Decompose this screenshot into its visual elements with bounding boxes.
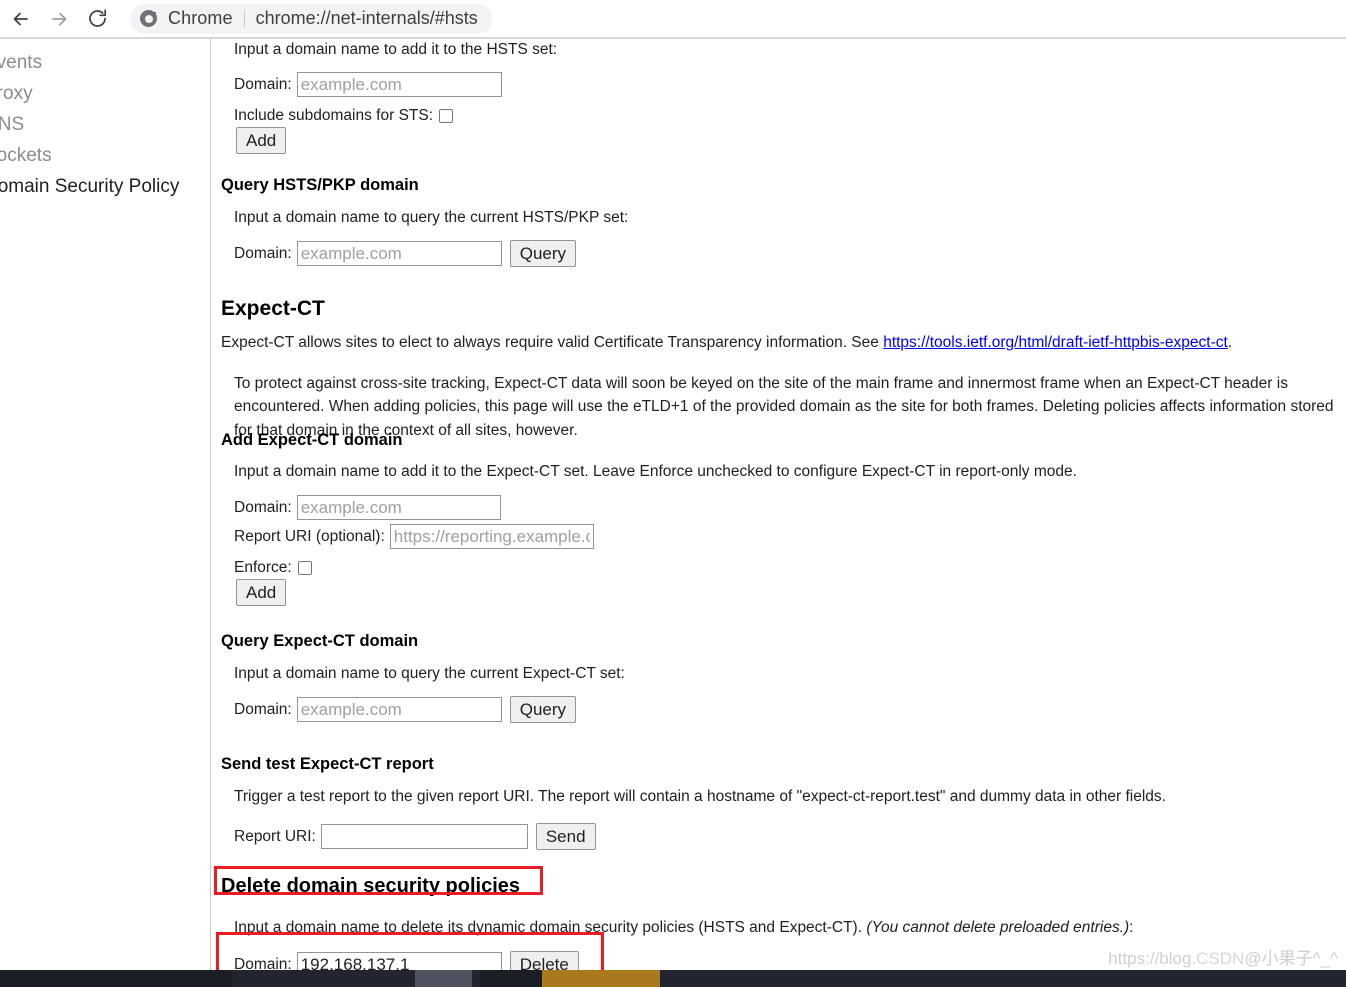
taskbar-segment-amber[interactable]	[542, 970, 660, 987]
sidebar-item-proxy[interactable]: Proxy	[0, 78, 210, 109]
delete-policies-instruction-tail: :	[1129, 919, 1134, 936]
sidebar: Events Proxy DNS Sockets Domain Security…	[0, 39, 210, 970]
query-expect-ct-domain-input[interactable]	[296, 697, 502, 722]
query-hsts-heading: Query HSTS/PKP domain	[221, 176, 419, 194]
expect-ct-paragraph-1: Expect-CT allows sites to elect to alway…	[221, 332, 1346, 354]
sidebar-item-dns[interactable]: DNS	[0, 109, 210, 140]
add-expect-ct-instruction: Input a domain name to add it to the Exp…	[234, 463, 1077, 480]
delete-policies-domain-row: Domain: Delete	[234, 951, 579, 970]
query-hsts-domain-input[interactable]	[296, 241, 502, 266]
add-expect-ct-domain-input[interactable]	[296, 495, 501, 520]
add-hsts-instruction: Input a domain name to add it to the HST…	[234, 41, 558, 58]
add-expect-ct-report-uri-row: Report URI (optional):	[234, 524, 594, 549]
send-report-instruction: Trigger a test report to the given repor…	[234, 788, 1166, 805]
screenshot-root: Chrome chrome://net-internals/#hsts Even…	[0, 0, 1346, 987]
add-hsts-domain-row: Domain:	[234, 72, 502, 97]
add-hsts-domain-input[interactable]	[296, 72, 502, 97]
expect-ct-spec-link[interactable]: https://tools.ietf.org/html/draft-ietf-h…	[883, 334, 1228, 351]
expect-ct-para1-after: .	[1227, 334, 1233, 351]
add-expect-ct-domain-row: Domain:	[234, 495, 501, 520]
arrow-right-icon	[48, 8, 70, 30]
sidebar-item-sockets[interactable]: Sockets	[0, 140, 210, 171]
sidebar-item-events[interactable]: Events	[0, 47, 210, 78]
watermark-csdn: CSDN	[1196, 949, 1245, 968]
add-expect-ct-add-button[interactable]: Add	[236, 579, 287, 606]
omnibox[interactable]: Chrome chrome://net-internals/#hsts	[130, 3, 492, 34]
chrome-logo-icon	[140, 10, 157, 27]
taskbar-segment-dark-4	[480, 970, 542, 987]
add-expect-ct-report-uri-label: Report URI (optional):	[234, 527, 385, 545]
add-hsts-subdomains-label: Include subdomains for STS:	[234, 107, 434, 124]
query-expect-ct-instruction: Input a domain name to query the current…	[234, 665, 625, 682]
taskbar-segment-dark-3	[472, 970, 480, 987]
send-report-send-button[interactable]: Send	[535, 823, 596, 850]
query-expect-ct-query-button[interactable]: Query	[509, 696, 577, 723]
delete-policies-domain-input[interactable]	[296, 952, 502, 970]
watermark: https://blog.CSDN@小果子^_^	[1108, 944, 1338, 969]
expect-ct-heading: Expect-CT	[221, 297, 325, 320]
watermark-author: @小果子^_^	[1244, 949, 1338, 968]
forward-button[interactable]	[40, 0, 78, 37]
taskbar-segment-dark-2	[232, 970, 415, 987]
omnibox-url-text: chrome://net-internals/#hsts	[255, 8, 478, 28]
query-hsts-domain-label: Domain:	[234, 244, 292, 262]
send-report-uri-row: Report URI: Send	[234, 823, 596, 850]
add-expect-ct-enforce-row: Enforce:	[234, 557, 312, 579]
omnibox-divider	[243, 9, 245, 28]
taskbar	[0, 970, 1346, 987]
delete-policies-domain-label: Domain:	[234, 955, 292, 971]
taskbar-segment-dark-5	[660, 970, 1346, 987]
query-hsts-instruction: Input a domain name to query the current…	[234, 209, 629, 226]
query-expect-ct-heading: Query Expect-CT domain	[221, 632, 419, 650]
net-internals-page: Events Proxy DNS Sockets Domain Security…	[0, 39, 1346, 970]
sidebar-item-domain-security-policy[interactable]: Domain Security Policy	[0, 171, 210, 202]
expect-ct-para1-before: Expect-CT allows sites to elect to alway…	[221, 334, 884, 351]
omnibox-app-label: Chrome	[168, 8, 233, 28]
delete-policies-instruction-italic: (You cannot delete preloaded entries.)	[866, 919, 1130, 936]
sidebar-divider	[210, 39, 211, 970]
add-expect-ct-enforce-label: Enforce:	[234, 559, 292, 576]
query-expect-ct-domain-row: Domain: Query	[234, 696, 577, 723]
add-expect-ct-heading: Add Expect-CT domain	[221, 431, 403, 449]
send-report-heading: Send test Expect-CT report	[221, 755, 434, 773]
add-expect-ct-enforce-checkbox[interactable]	[297, 561, 312, 575]
delete-policies-instruction-main: Input a domain name to delete its dynami…	[234, 919, 867, 936]
send-report-uri-input[interactable]	[320, 824, 528, 849]
taskbar-segment-dark-1	[0, 970, 232, 987]
add-hsts-subdomains-row: Include subdomains for STS:	[234, 105, 454, 127]
taskbar-segment-gray[interactable]	[415, 970, 472, 987]
delete-policies-heading: Delete domain security policies	[221, 875, 520, 897]
add-hsts-subdomains-checkbox[interactable]	[439, 109, 454, 123]
add-hsts-domain-label: Domain:	[234, 75, 292, 93]
query-hsts-query-button[interactable]: Query	[509, 240, 577, 267]
arrow-left-icon	[10, 8, 32, 30]
back-button[interactable]	[2, 0, 40, 37]
query-expect-ct-domain-label: Domain:	[234, 700, 292, 718]
content-column: Input a domain name to add it to the HST…	[221, 39, 1346, 970]
query-hsts-domain-row: Domain: Query	[234, 240, 577, 267]
reload-button[interactable]	[78, 0, 116, 37]
add-hsts-add-button[interactable]: Add	[236, 127, 287, 154]
reload-icon	[86, 7, 109, 30]
browser-toolbar: Chrome chrome://net-internals/#hsts	[0, 0, 1346, 37]
delete-policies-delete-button[interactable]: Delete	[509, 951, 579, 970]
add-expect-ct-domain-label: Domain:	[234, 498, 292, 516]
delete-policies-instruction: Input a domain name to delete its dynami…	[234, 917, 1133, 939]
add-expect-ct-report-uri-input[interactable]	[389, 524, 594, 549]
watermark-url: https://blog.	[1108, 949, 1197, 968]
send-report-uri-label: Report URI:	[234, 827, 316, 845]
